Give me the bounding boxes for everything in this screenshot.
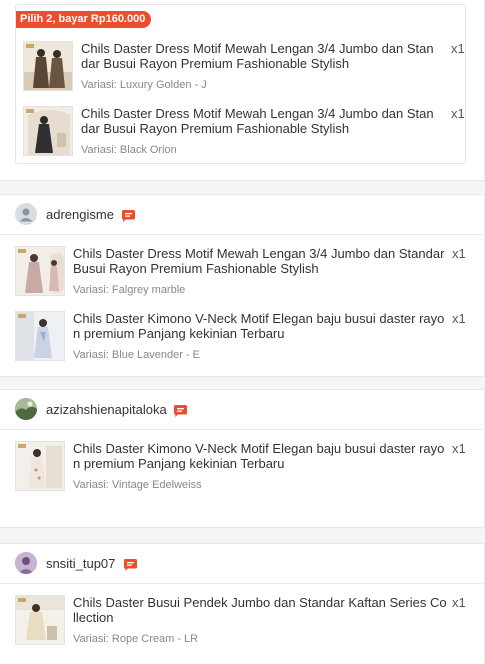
divider <box>0 234 485 235</box>
product-title[interactable]: Chils Daster Busui Pendek Jumbo dan Stan… <box>73 595 448 625</box>
chat-icon[interactable] <box>174 404 187 417</box>
seller-name[interactable]: snsiti_tup07 <box>46 556 115 571</box>
seller-name[interactable]: adrengisme <box>46 207 114 222</box>
profile-photo <box>15 398 37 420</box>
item-variant: Variasi: Rope Cream - LR <box>73 633 199 645</box>
product-title[interactable]: Chils Daster Kimono V-Neck Motif Elegan … <box>73 311 448 341</box>
product-thumbnail[interactable] <box>15 311 65 361</box>
product-title[interactable]: Chils Daster Dress Motif Mewah Lengan 3/… <box>81 106 439 136</box>
order-item[interactable]: Chils Daster Dress Motif Mewah Lengan 3/… <box>15 246 470 302</box>
product-title[interactable]: Chils Daster Kimono V-Neck Motif Elegan … <box>73 441 448 471</box>
shop-card: adrengisme Chils Daster Dress Motif Mewa… <box>0 194 485 377</box>
item-variant: Variasi: Falgrey marble <box>73 284 186 296</box>
order-item[interactable]: Chils Daster Busui Pendek Jumbo dan Stan… <box>15 595 470 651</box>
item-quantity: x1 <box>452 441 466 456</box>
seller-name[interactable]: azizahshienapitaloka <box>46 402 167 417</box>
order-item[interactable]: Chils Daster Kimono V-Neck Motif Elegan … <box>15 311 470 367</box>
seller-header[interactable]: adrengisme <box>15 203 475 227</box>
shop-card: azizahshienapitaloka Chils Daster Kimono… <box>0 389 485 528</box>
item-quantity: x1 <box>452 595 466 610</box>
chat-icon[interactable] <box>124 558 137 571</box>
product-thumbnail[interactable] <box>15 246 65 296</box>
item-quantity: x1 <box>452 246 466 261</box>
profile-photo <box>15 552 37 574</box>
item-variant: Variasi: Luxury Golden - J <box>81 79 207 91</box>
default-user-icon <box>15 203 37 225</box>
item-quantity: x1 <box>451 106 465 121</box>
chat-icon[interactable] <box>122 209 135 222</box>
promo-badge: Pilih 2, bayar Rp160.000 <box>16 11 152 28</box>
product-title[interactable]: Chils Daster Dress Motif Mewah Lengan 3/… <box>73 246 448 276</box>
seller-header[interactable]: azizahshienapitaloka <box>15 398 475 422</box>
order-item[interactable]: Chils Daster Dress Motif Mewah Lengan 3/… <box>23 41 465 97</box>
item-variant: Variasi: Blue Lavender - E <box>73 349 200 361</box>
shop-card: snsiti_tup07 Chils Daster Busui Pendek J… <box>0 543 485 664</box>
order-item[interactable]: Chils Daster Dress Motif Mewah Lengan 3/… <box>23 106 465 162</box>
product-title[interactable]: Chils Daster Dress Motif Mewah Lengan 3/… <box>81 41 439 71</box>
order-item[interactable]: Chils Daster Kimono V-Neck Motif Elegan … <box>15 441 470 497</box>
item-quantity: x1 <box>452 311 466 326</box>
product-thumbnail[interactable] <box>15 595 65 645</box>
promo-bundle-card: Pilih 2, bayar Rp160.000 Chils Daster Dr… <box>0 0 485 181</box>
item-variant: Variasi: Vintage Edelweiss <box>73 479 202 491</box>
divider <box>0 583 485 584</box>
divider <box>0 429 485 430</box>
item-variant: Variasi: Black Orion <box>81 144 177 156</box>
promo-bundle-box: Pilih 2, bayar Rp160.000 Chils Daster Dr… <box>15 4 466 164</box>
product-thumbnail[interactable] <box>15 441 65 491</box>
seller-header[interactable]: snsiti_tup07 <box>15 552 475 576</box>
item-quantity: x1 <box>451 41 465 56</box>
product-thumbnail[interactable] <box>23 41 73 91</box>
product-thumbnail[interactable] <box>23 106 73 156</box>
